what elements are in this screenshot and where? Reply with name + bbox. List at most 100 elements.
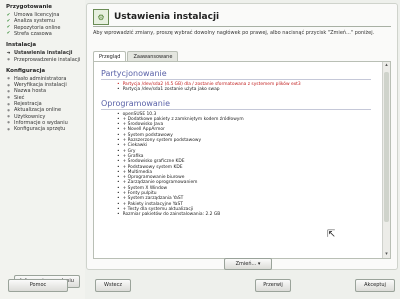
abort-button[interactable]: Przerwij — [255, 279, 291, 292]
bullet-icon: ● — [7, 107, 10, 112]
list-item-text: Rozmiar pakietów do zainstalowania: 2.2 … — [122, 212, 221, 218]
scroll-up-icon[interactable]: ▴ — [383, 62, 390, 69]
bullet-icon: • — [117, 148, 120, 154]
list-item-text: + Pakiety instalacyjne YaST — [122, 201, 183, 207]
list-item-text: + Podstawowy system KDE — [122, 164, 183, 170]
sidebar-step-item: ● Konfiguracja sprzętu — [6, 126, 65, 132]
sidebar-step-label: Analiza systemu — [14, 18, 55, 25]
bullet-icon: • — [117, 87, 120, 93]
software-list: • openSUSE 10.3 • + Dodatkowe pakiety z zam… — [97, 112, 380, 218]
bullet-icon: • — [117, 143, 120, 149]
sidebar-step-item: ✔ Analiza systemu — [6, 18, 55, 24]
checkmark-icon: ✔ — [6, 18, 11, 24]
sidebar-step-label: Weryfikacja instalacji — [14, 82, 67, 89]
sidebar-step-item: ● Nazwa hosta — [6, 88, 46, 94]
bullet-icon: • — [117, 185, 120, 191]
bullet-icon: • — [117, 212, 120, 218]
vertical-scrollbar[interactable]: ▴ ▾ — [382, 62, 390, 258]
bullet-icon: • — [117, 164, 120, 170]
sidebar-step-item: ● Użytkownicy — [6, 114, 45, 120]
scroll-down-icon[interactable]: ▾ — [383, 251, 390, 258]
sidebar-step-item: ● Informacje o wydaniu — [6, 120, 68, 126]
accept-button[interactable]: Akceptuj — [355, 279, 395, 292]
sidebar-step-label: Strefa czasowa — [14, 30, 52, 37]
sidebar-step-label: Aktualizacja online — [14, 107, 62, 114]
sidebar-step-label: Konfiguracja sprzętu — [14, 126, 66, 133]
steps-sidebar: Przygotowanie ✔ Umowa licencyjna ✔ Analiza s… — [0, 0, 85, 299]
summary-panel: Partycjonowanie • Partycja /dev/sda2 (4.5… — [93, 61, 391, 259]
change-button-label: Zmień... — [235, 261, 257, 267]
list-item: • Partycja /dev/sda1 zostanie użyta jako … — [117, 87, 380, 92]
page-title: Ustawienia instalacji — [114, 12, 220, 22]
sidebar-step-item: ● Rejestracja — [6, 101, 42, 107]
list-item: • Rozmiar pakietów do zainstalowania: 2.2… — [117, 212, 380, 217]
list-item-text: openSUSE 10.3 — [122, 111, 157, 117]
bullet-icon: ● — [7, 120, 10, 125]
sidebar-step-item: ✔ Strefa czasowa — [6, 31, 52, 37]
mouse-cursor-icon: ⇱ — [327, 229, 336, 240]
bullet-icon: • — [117, 159, 120, 165]
sidebar-step-label: Repozytoria online — [14, 24, 61, 31]
list-item-text: Partycja /dev/sda1 zostanie użyta jako s… — [122, 87, 220, 93]
list-item-text: + System zarządzania YaST — [122, 196, 184, 202]
settings-icon: ⚙ — [93, 9, 109, 25]
sidebar-step-label: Użytkownicy — [14, 113, 46, 120]
sidebar-step-item: ● Aktualizacja online — [6, 107, 61, 113]
bullet-icon: • — [117, 201, 120, 207]
sidebar-section-title: Konfiguracja — [6, 67, 46, 74]
bullet-icon: ● — [7, 101, 10, 106]
change-button[interactable]: Zmień... ▾ — [224, 258, 272, 270]
sidebar-step-item: ● Hasło administratora — [6, 76, 66, 82]
bullet-icon: ● — [7, 126, 10, 131]
page-header: ⚙ Ustawienia instalacji — [93, 9, 219, 25]
sidebar-step-item: ● Sieć — [6, 95, 24, 101]
list-item-text: + Novell AppArmor — [122, 127, 165, 133]
bullet-icon: • — [117, 127, 120, 133]
help-button[interactable]: Pomoc — [8, 279, 68, 292]
section-divider — [101, 108, 371, 110]
bullet-icon: ● — [7, 82, 10, 87]
partitioning-list: • Partycja /dev/sda2 (4.5 GB) dla / zosta… — [97, 82, 380, 93]
bullet-icon: • — [117, 180, 120, 186]
header-divider — [93, 26, 391, 27]
list-item-text: + Ciekawki — [122, 143, 148, 149]
sidebar-section-title: Przygotowanie — [6, 4, 52, 10]
section-link-software[interactable]: Oprogramowanie — [101, 99, 380, 108]
sidebar-step-label: Przeprowadzenie instalacji — [14, 56, 81, 63]
main-panel: ⚙ Ustawienia instalacji Aby wprowadzić z… — [86, 3, 398, 270]
sidebar-step-label: Ustawienia instalacji — [14, 50, 73, 57]
bullet-icon: • — [117, 111, 120, 117]
bullet-icon: ● — [7, 88, 10, 93]
back-button[interactable]: Wstecz — [95, 279, 131, 292]
bullet-icon: • — [117, 196, 120, 202]
summary-content: Partycjonowanie • Partycja /dev/sda2 (4.5… — [97, 65, 380, 255]
sidebar-step-item: ✔ Repozytoria online — [6, 25, 61, 31]
arrow-right-icon: ➜ — [6, 50, 11, 56]
sidebar-step-item: ✔ Umowa licencyjna — [6, 12, 60, 18]
bullet-icon: ● — [7, 95, 10, 100]
page-description: Aby wprowadzić zmiany, proszę wybrać dow… — [93, 30, 375, 36]
scrollbar-thumb[interactable] — [384, 72, 389, 222]
checkmark-icon: ✔ — [6, 25, 11, 31]
sidebar-step-item: ➜ Ustawienia instalacji — [6, 50, 73, 57]
sidebar-step-label: Informacje o wydaniu — [14, 119, 68, 126]
list-item-text: + Zarządzanie oprogramowaniem — [122, 180, 198, 186]
bullet-icon: ● — [7, 57, 10, 61]
bullet-icon: ● — [7, 76, 10, 81]
section-divider — [101, 79, 371, 80]
bullet-icon: ● — [7, 114, 10, 119]
sidebar-step-label: Hasło administratora — [14, 75, 67, 82]
checkmark-icon: ✔ — [6, 31, 11, 37]
list-item-text: + System X Window — [122, 185, 168, 191]
checkmark-icon: ✔ — [6, 12, 11, 18]
sidebar-step-item: ● Przeprowadzenie instalacji — [6, 57, 80, 63]
dropdown-arrow-icon: ▾ — [257, 261, 261, 267]
sidebar-section-title: Instalacja — [6, 42, 37, 49]
sidebar-step-item: ● Weryfikacja instalacji — [6, 82, 67, 88]
sidebar-step-label: Umowa licencyjna — [14, 12, 60, 18]
list-item-text: + Gry — [122, 148, 136, 154]
sidebar-step-label: Sieć — [14, 94, 25, 101]
section-link-partitioning[interactable]: Partycjonowanie — [101, 69, 380, 78]
sidebar-step-label: Rejestracja — [14, 101, 42, 107]
list-item-text: + Środowisko graficzne KDE — [122, 159, 185, 165]
